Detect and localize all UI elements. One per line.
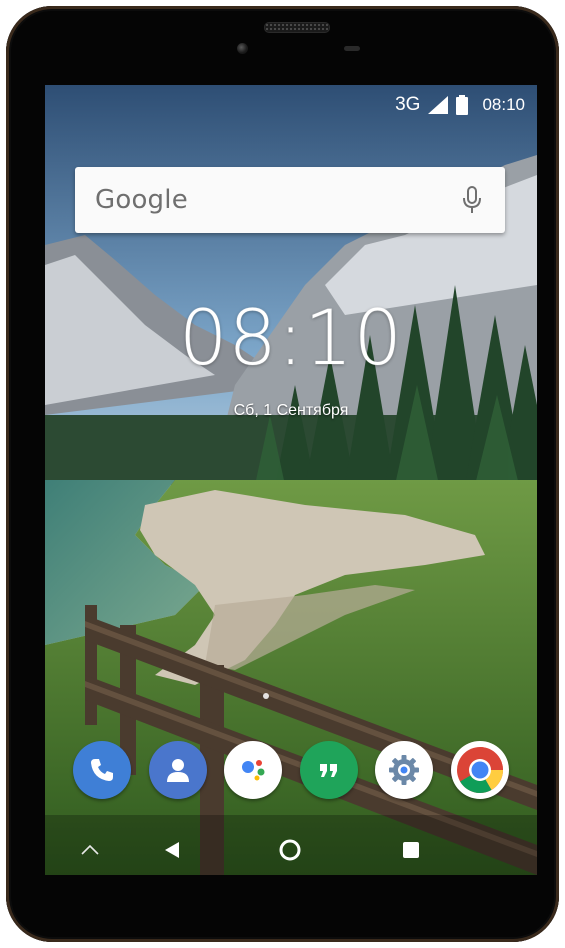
battery-icon [456,95,469,115]
home-button[interactable] [275,835,305,865]
google-logo-text: Google [95,185,188,215]
app-drawer-button[interactable] [75,835,105,865]
status-bar: 3G 08:10 [395,91,525,119]
back-icon [165,842,179,858]
recents-button[interactable] [396,835,426,865]
settings-app-button[interactable] [375,741,434,799]
status-time: 08:10 [482,95,525,114]
network-type-label: 3G [395,94,421,115]
hangouts-app-button[interactable] [299,741,358,799]
assistant-icon [242,760,265,781]
signal-icon [428,96,449,114]
quote-icon [319,764,337,777]
page-indicator-dot [263,693,269,699]
proximity-sensor [344,46,360,51]
clock-widget-date: Сб, 1 Сентября [233,402,349,419]
up-chevron-icon [81,844,99,855]
contacts-app-button[interactable] [148,741,207,799]
person-icon [166,759,189,782]
back-button[interactable] [157,835,187,865]
assistant-app-button[interactable] [224,741,283,799]
home-screen: 3G 08:10 Google 08:10 Сб, 1 Сентября [45,85,537,875]
navigation-bar [45,827,537,873]
recents-icon [403,842,419,858]
speaker-grille [264,22,330,33]
front-camera [237,43,248,54]
home-icon [279,839,301,861]
mic-icon[interactable] [461,185,483,215]
google-search-bar[interactable]: Google [75,167,505,233]
phone-icon [91,759,113,781]
gear-icon [389,755,420,785]
clock-widget-time[interactable]: 08:10 [45,293,537,383]
chrome-app-button[interactable] [450,741,509,799]
phone-app-button[interactable] [73,741,131,799]
app-dock [73,740,509,800]
chrome-icon [456,747,503,793]
